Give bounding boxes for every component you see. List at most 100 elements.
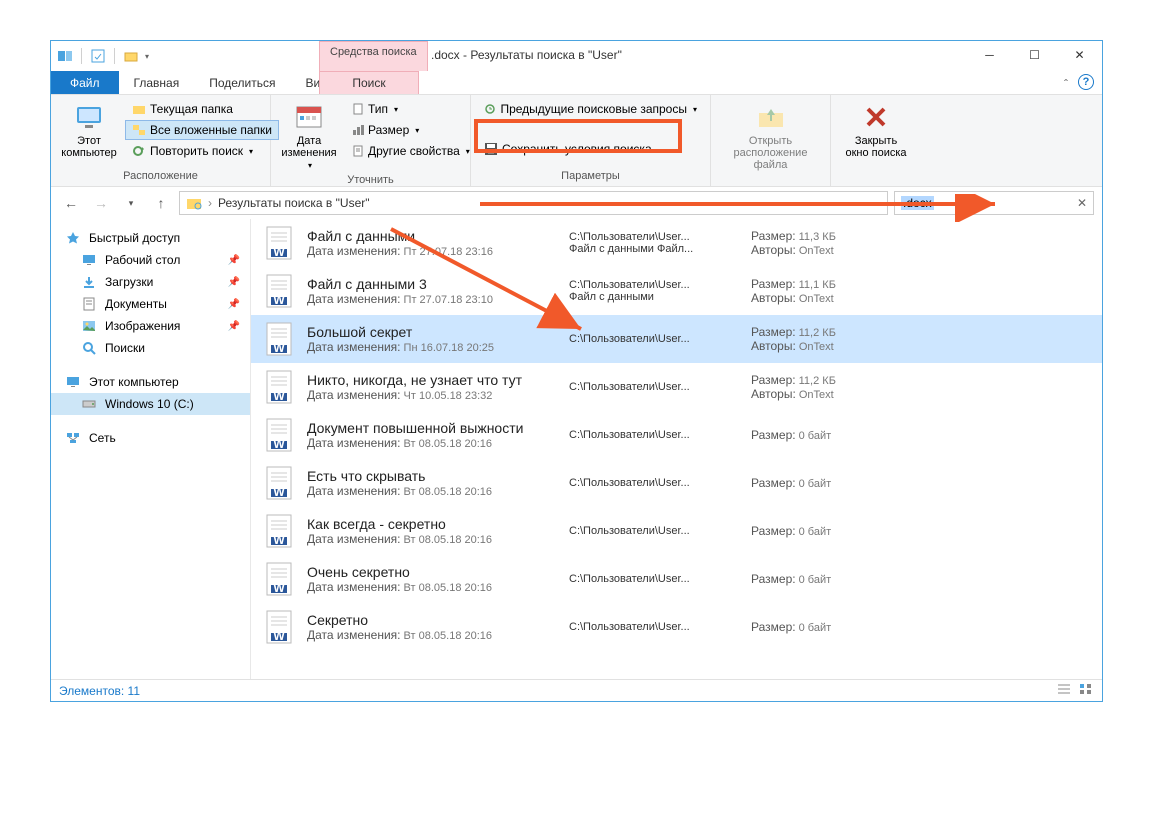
quick-access-toolbar: ▾ bbox=[51, 48, 149, 64]
file-date: Дата изменения: Вт 08.05.18 20:16 bbox=[307, 628, 557, 642]
file-date: Дата изменения: Вт 08.05.18 20:16 bbox=[307, 580, 557, 594]
file-size: Размер: 0 байт bbox=[751, 524, 901, 538]
context-tab-search-tools: Средства поиска bbox=[319, 41, 428, 71]
result-row[interactable]: WНикто, никогда, не узнает что тутДата и… bbox=[251, 363, 1102, 411]
sidebar-this-pc[interactable]: Этот компьютер bbox=[51, 371, 250, 393]
body: Быстрый доступ Рабочий стол📌 Загрузки📌 Д… bbox=[51, 219, 1102, 679]
result-row[interactable]: WДокумент повышенной выжностиДата измене… bbox=[251, 411, 1102, 459]
sidebar-pictures[interactable]: Изображения📌 bbox=[51, 315, 250, 337]
sidebar-desktop[interactable]: Рабочий стол📌 bbox=[51, 249, 250, 271]
file-date: Дата изменения: Вт 08.05.18 20:16 bbox=[307, 484, 557, 498]
clear-search-icon[interactable]: ✕ bbox=[1077, 196, 1087, 210]
repeat-search-button[interactable]: Повторить поиск▾ bbox=[125, 141, 279, 161]
file-path2: Файл с данными Файл... bbox=[569, 243, 739, 255]
svg-text:W: W bbox=[273, 437, 285, 451]
docx-icon: W bbox=[263, 415, 295, 455]
tab-file[interactable]: Файл bbox=[51, 71, 119, 94]
all-subfolders-button[interactable]: Все вложенные папки bbox=[125, 120, 279, 140]
sidebar-searches[interactable]: Поиски bbox=[51, 337, 250, 359]
search-input[interactable]: .docx ✕ bbox=[894, 191, 1094, 215]
maximize-button[interactable]: ☐ bbox=[1012, 41, 1057, 69]
up-button[interactable]: ↑ bbox=[149, 191, 173, 215]
downloads-icon bbox=[81, 274, 97, 290]
close-x-icon bbox=[860, 101, 892, 133]
docx-icon: W bbox=[263, 511, 295, 551]
sidebar-downloads[interactable]: Загрузки📌 bbox=[51, 271, 250, 293]
file-path: C:\Пользователи\User... bbox=[569, 333, 739, 345]
type-button[interactable]: Тип▾ bbox=[345, 99, 477, 119]
result-row[interactable]: WСекретноДата изменения: Вт 08.05.18 20:… bbox=[251, 603, 1102, 651]
sidebar-network[interactable]: Сеть bbox=[51, 427, 250, 449]
tab-search[interactable]: Поиск bbox=[319, 71, 419, 94]
file-name: Секретно bbox=[307, 612, 557, 628]
search-value: .docx bbox=[901, 196, 934, 210]
docx-icon: W bbox=[263, 223, 295, 263]
file-date: Дата изменения: Пн 16.07.18 20:25 bbox=[307, 340, 557, 354]
file-size: Размер: 11,3 КБ bbox=[751, 229, 901, 243]
file-size: Размер: 11,2 КБ bbox=[751, 373, 901, 387]
group-label-options: Параметры bbox=[477, 168, 704, 182]
file-path: C:\Пользователи\User... bbox=[569, 477, 739, 489]
other-properties-button[interactable]: Другие свойства▾ bbox=[345, 141, 477, 161]
result-row[interactable]: WОчень секретноДата изменения: Вт 08.05.… bbox=[251, 555, 1102, 603]
sidebar-drive-c[interactable]: Windows 10 (C:) bbox=[51, 393, 250, 415]
window-title: .docx - Результаты поиска в "User" bbox=[431, 48, 622, 62]
file-name: Документ повышенной выжности bbox=[307, 420, 557, 436]
group-label-location: Расположение bbox=[57, 168, 264, 182]
results-pane: W Файл с данными Дата изменения: Пт 27.07.… bbox=[251, 219, 1102, 679]
result-row[interactable]: WКак всегда - секретноДата изменения: Вт… bbox=[251, 507, 1102, 555]
file-authors: Авторы: OnText bbox=[751, 387, 901, 401]
tab-share[interactable]: Поделиться bbox=[194, 71, 290, 94]
close-search-button[interactable]: Закрыть окно поиска bbox=[837, 99, 915, 182]
file-date: Дата изменения: Чт 10.05.18 23:32 bbox=[307, 388, 557, 402]
pictures-icon bbox=[81, 318, 97, 334]
this-pc-button[interactable]: Этот компьютер bbox=[57, 99, 121, 168]
file-size: Размер: 0 байт bbox=[751, 476, 901, 490]
ribbon-tabs: Файл Главная Поделиться Вид Поиск ˆ ? bbox=[51, 71, 1102, 95]
svg-text:W: W bbox=[273, 245, 285, 259]
pin-icon: 📌 bbox=[228, 255, 240, 266]
result-row[interactable]: WЕсть что скрыватьДата изменения: Вт 08.… bbox=[251, 459, 1102, 507]
titlebar: ▾ Средства поиска .docx - Результаты пои… bbox=[51, 41, 1102, 71]
quick-access[interactable]: Быстрый доступ bbox=[51, 227, 250, 249]
recent-dropdown[interactable]: ▾ bbox=[119, 191, 143, 215]
sidebar-documents[interactable]: Документы📌 bbox=[51, 293, 250, 315]
pin-icon: 📌 bbox=[228, 299, 240, 310]
address-bar[interactable]: › Результаты поиска в "User" bbox=[179, 191, 888, 215]
details-view-icon[interactable] bbox=[1056, 682, 1072, 699]
result-row[interactable]: WБольшой секретДата изменения: Пн 16.07.… bbox=[251, 315, 1102, 363]
file-date: Дата изменения: Пт 27.07.18 23:10 bbox=[307, 292, 557, 306]
save-search-button[interactable]: Сохранить условия поиска bbox=[477, 139, 704, 159]
qat-dropdown-icon[interactable]: ▾ bbox=[145, 52, 149, 61]
properties-icon[interactable] bbox=[90, 48, 106, 64]
result-row[interactable]: WФайл с данными 3Дата изменения: Пт 27.0… bbox=[251, 267, 1102, 315]
breadcrumb[interactable]: Результаты поиска в "User" bbox=[218, 196, 370, 210]
docx-icon: W bbox=[263, 559, 295, 599]
file-date: Дата изменения: Пт 27.07.18 23:16 bbox=[307, 244, 557, 258]
explorer-icon bbox=[57, 48, 73, 64]
size-button[interactable]: Размер▾ bbox=[345, 120, 477, 140]
tab-home[interactable]: Главная bbox=[119, 71, 195, 94]
file-path2: Файл с данными bbox=[569, 291, 739, 303]
collapse-ribbon-icon[interactable]: ˆ bbox=[1064, 77, 1068, 91]
pin-icon: 📌 bbox=[228, 321, 240, 332]
close-button[interactable]: ✕ bbox=[1057, 41, 1102, 69]
computer-icon bbox=[73, 101, 105, 133]
back-button[interactable]: ← bbox=[59, 191, 83, 215]
open-location-button: Открыть расположение файла bbox=[717, 99, 824, 182]
svg-text:W: W bbox=[273, 485, 285, 499]
group-label-refine: Уточнить bbox=[277, 172, 464, 186]
recent-searches-button[interactable]: Предыдущие поисковые запросы▾ bbox=[477, 99, 704, 119]
tiles-view-icon[interactable] bbox=[1078, 682, 1094, 699]
current-folder-button[interactable]: Текущая папка bbox=[125, 99, 279, 119]
forward-button[interactable]: → bbox=[89, 191, 113, 215]
minimize-button[interactable]: ─ bbox=[967, 41, 1012, 69]
new-folder-icon[interactable] bbox=[123, 48, 139, 64]
file-name: Файл с данными 3 bbox=[307, 276, 557, 292]
file-path: C:\Пользователи\User... bbox=[569, 621, 739, 633]
computer-icon bbox=[65, 374, 81, 390]
date-modified-button[interactable]: Дата изменения▾ bbox=[277, 99, 341, 172]
help-icon[interactable]: ? bbox=[1078, 74, 1094, 90]
result-row[interactable]: WФайл с даннымиДата изменения: Пт 27.07.… bbox=[251, 219, 1102, 267]
file-path: C:\Пользователи\User... bbox=[569, 429, 739, 441]
